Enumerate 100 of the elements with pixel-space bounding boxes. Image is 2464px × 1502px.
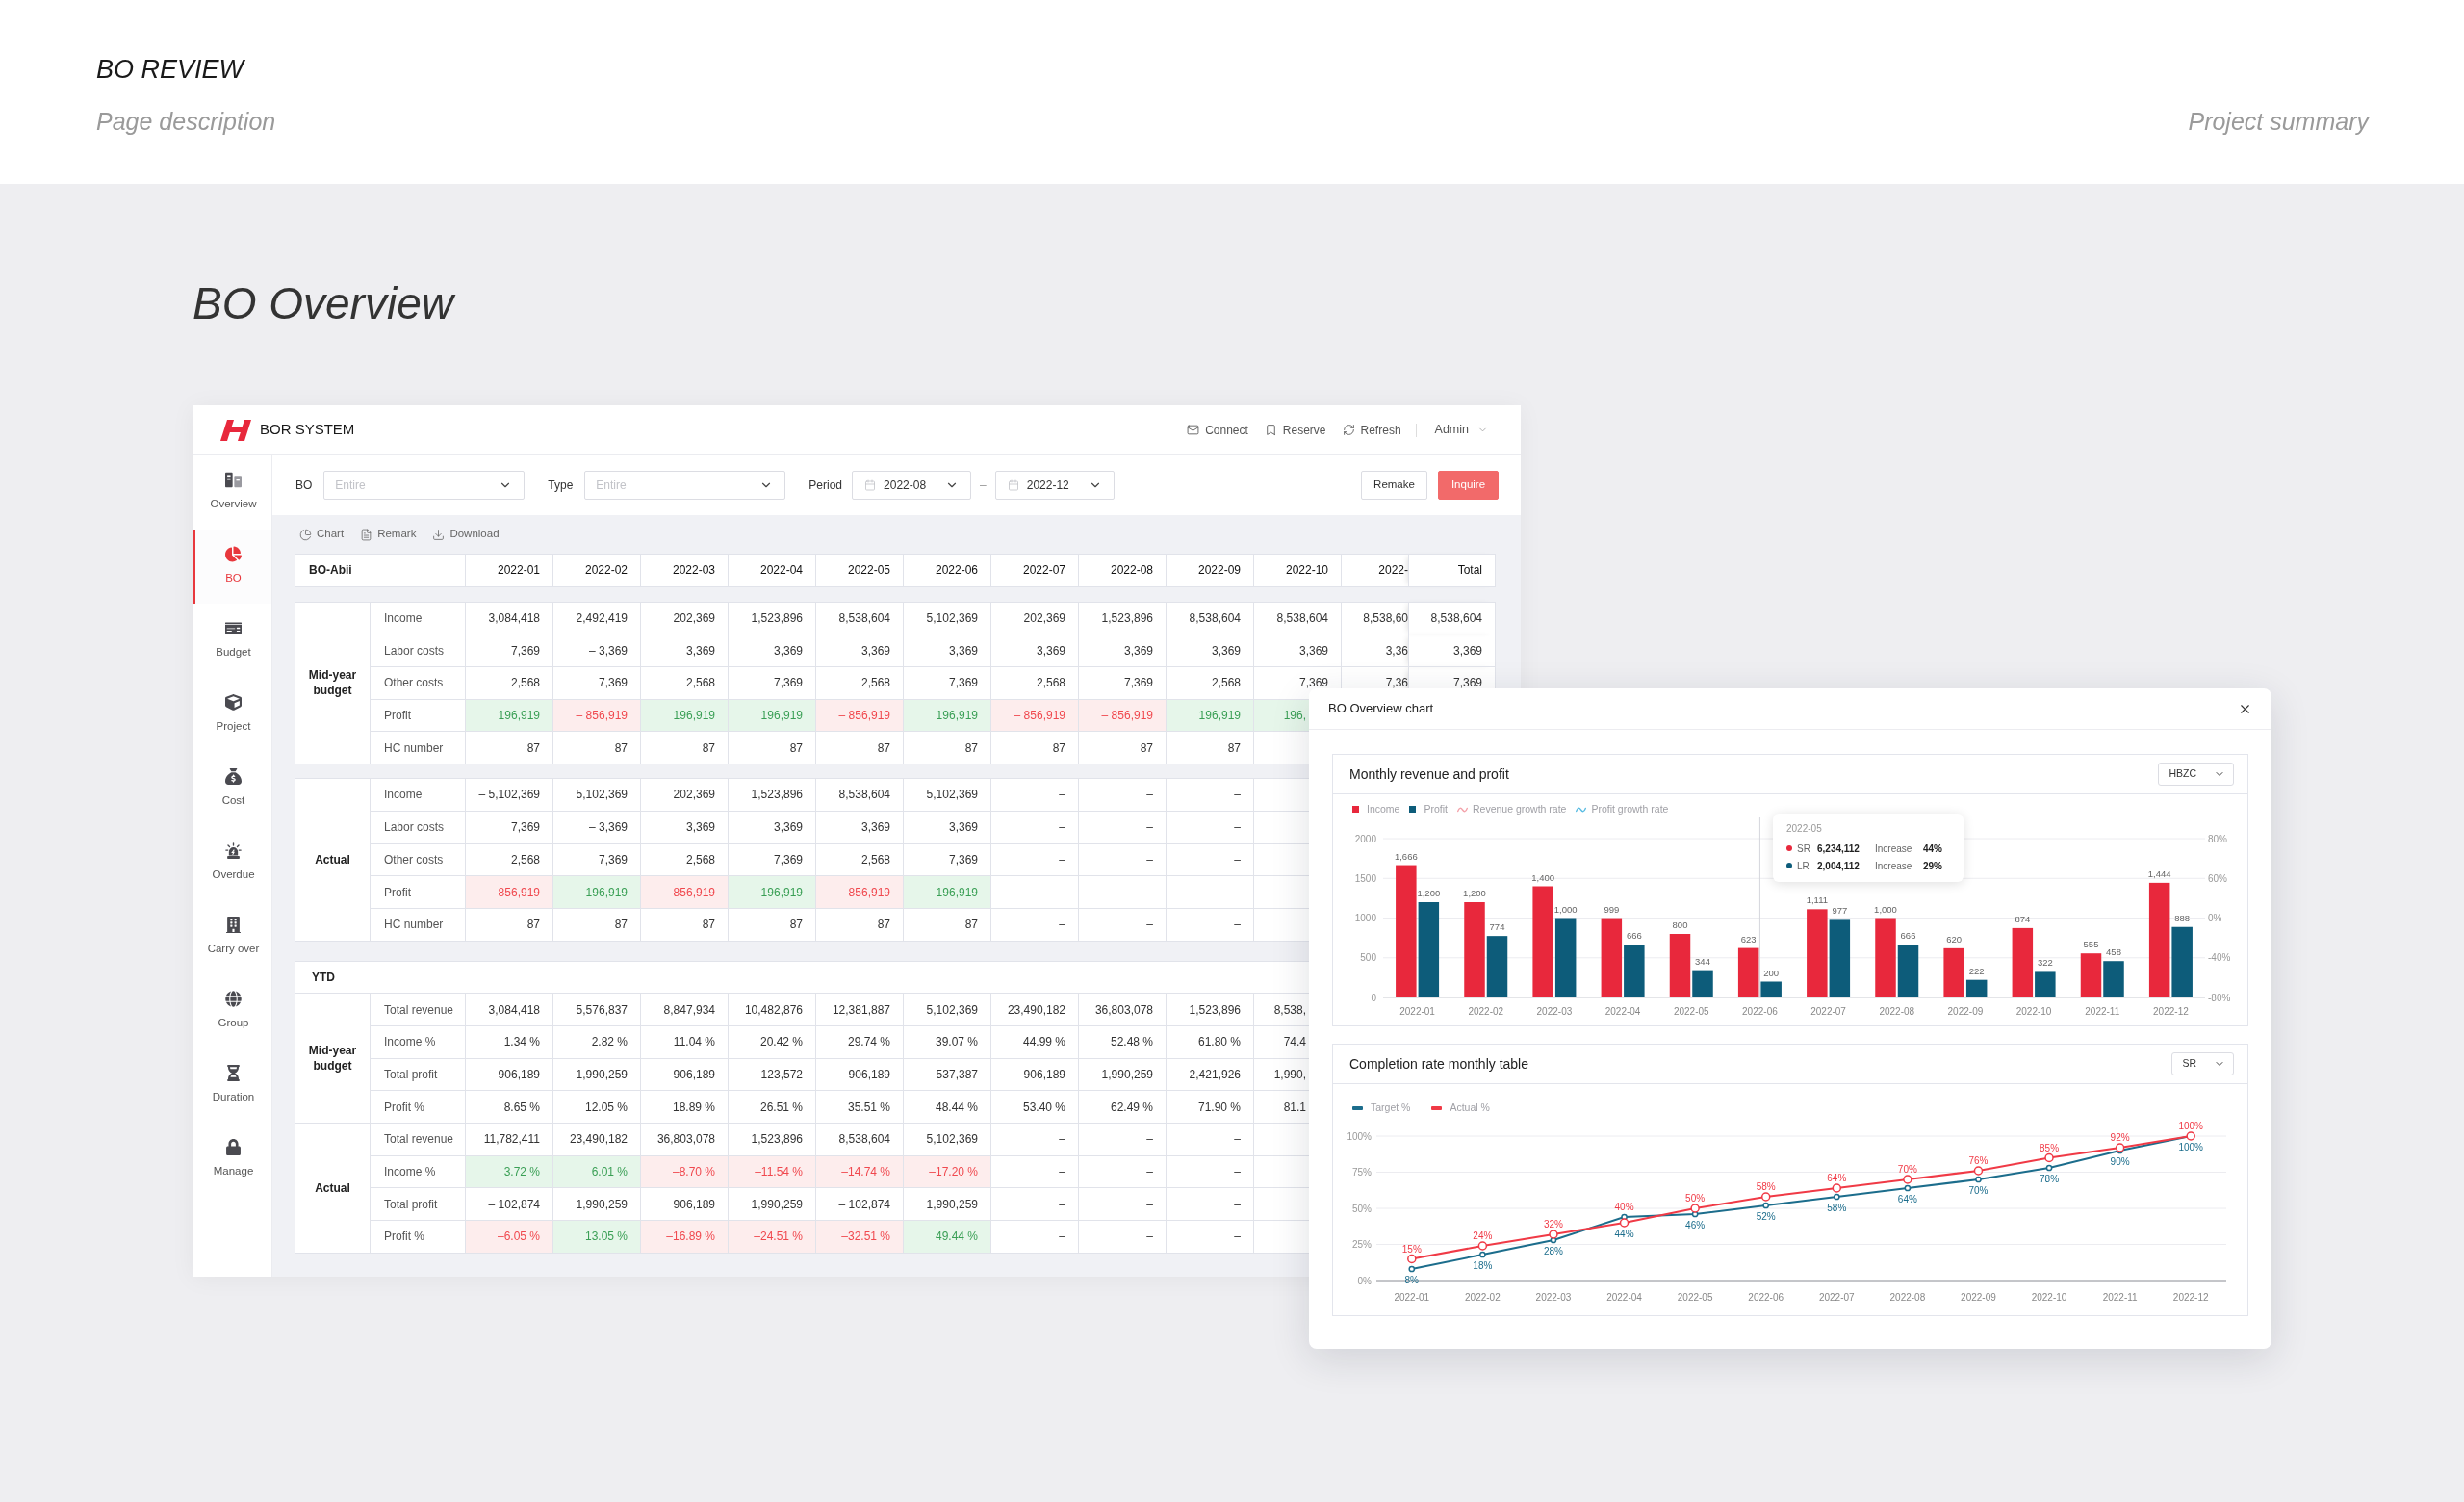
table-cell: 1,990,259 <box>552 1187 641 1221</box>
bar-value-label: 1,200 <box>1463 888 1486 898</box>
axis-label: 500 <box>1360 952 1376 964</box>
point-value-label: 70% <box>1968 1185 1989 1196</box>
axis-label: 2022-12 <box>2153 1006 2189 1017</box>
axis-label: 50% <box>1352 1203 1372 1214</box>
point-value-label: 92% <box>2110 1132 2130 1143</box>
table-cell: 3,369 <box>815 811 904 843</box>
axis-label: 2022-09 <box>1947 1006 1984 1017</box>
axis-label: 2022-02 <box>1465 1292 1501 1303</box>
table-cell: –17.20 % <box>903 1155 991 1188</box>
table-cell: 18.89 % <box>640 1090 729 1124</box>
bar-value-label: 344 <box>1695 955 1710 967</box>
legend-label: Income <box>1367 801 1400 816</box>
column-header: 2022-08 <box>1078 554 1167 587</box>
point-value-label: 46% <box>1685 1220 1706 1230</box>
tooltip-label: SR <box>1797 842 1811 856</box>
table-cell: 5,102,369 <box>903 993 991 1026</box>
table-cell: – <box>1166 1155 1254 1188</box>
table-cell: 87 <box>465 908 553 942</box>
table-cell: 87 <box>903 731 991 764</box>
table-cell: 906,189 <box>465 1058 553 1091</box>
field-label: BO <box>295 478 313 494</box>
table-cell: 906,189 <box>640 1187 729 1221</box>
point-value-label: 44% <box>1614 1229 1634 1239</box>
table-cell: – 102,874 <box>815 1187 904 1221</box>
table-cell: 3,369 <box>903 811 991 843</box>
axis-label: 25% <box>1352 1239 1372 1250</box>
table-cell: 1.34 % <box>465 1025 553 1059</box>
table-cell: 3,369 <box>728 634 816 667</box>
table-cell: 7,369 <box>552 666 641 700</box>
table-cell: 8,538,604 <box>815 778 904 812</box>
table-cell: – <box>1166 811 1254 843</box>
axis-label: 2022-04 <box>1604 1006 1641 1017</box>
point-value-label: 58% <box>1756 1181 1776 1192</box>
point-value-label: 18% <box>1473 1260 1493 1271</box>
bar-value-label: 1,000 <box>1874 903 1897 915</box>
table-cell: – <box>990 778 1079 812</box>
bar-value-label: 1,444 <box>2147 868 2171 879</box>
table-cell: –24.51 % <box>728 1220 816 1254</box>
table-cell: 23,490,182 <box>990 993 1079 1026</box>
tooltip-change: 29% <box>1923 859 1942 873</box>
axis-label: 2022-07 <box>1818 1292 1855 1303</box>
point-value-label: 64% <box>1897 1194 1917 1204</box>
table-cell: 5,102,369 <box>903 1123 991 1156</box>
table-cell: 3,369 <box>990 634 1079 667</box>
table-cell: 5,102,369 <box>552 778 641 812</box>
column-header: 2022-10 <box>1253 554 1342 587</box>
table-cell: – <box>1078 843 1167 876</box>
column-header: 2022-04 <box>728 554 816 587</box>
tooltip-change-label: Increase <box>1875 859 1913 873</box>
bar-value-label: 888 <box>2174 912 2191 923</box>
table-cell: 3,084,418 <box>465 602 553 634</box>
column-header: Total <box>1408 554 1496 587</box>
table-cell: 3.72 % <box>465 1155 553 1188</box>
table-cell: 61.80 % <box>1166 1025 1254 1059</box>
table-cell: 196,919 <box>1166 699 1254 732</box>
bar-value-label: 774 <box>1489 921 1505 933</box>
card-title: Monthly revenue and profit <box>1349 764 1509 784</box>
table-cell: 7,369 <box>903 843 991 876</box>
cell-value: 74.4 <box>1283 1035 1306 1049</box>
bar-value-label: 555 <box>2083 939 2099 950</box>
table-cell: 2,568 <box>640 666 729 700</box>
table-cell: 7,369 <box>465 634 553 667</box>
table-cell: – <box>1166 908 1254 942</box>
row-header: HC number <box>370 731 466 764</box>
row-header: Total profit <box>370 1058 466 1091</box>
dialog-title: BO Overview chart <box>1328 700 1434 718</box>
table-cell: 87 <box>640 908 729 942</box>
table-cell: 8,538,604 <box>1166 602 1254 634</box>
table-cell: 13.05 % <box>552 1220 641 1254</box>
row-header: Profit % <box>370 1090 466 1124</box>
field-label: Period <box>808 478 843 494</box>
table-cell: 3,084,418 <box>465 993 553 1026</box>
table-cell: – <box>990 908 1079 942</box>
group-header: Actual <box>295 1123 371 1254</box>
table-cell: 3,369 <box>640 634 729 667</box>
table-cell: 87 <box>990 731 1079 764</box>
table-cell: 5,102,369 <box>903 778 991 812</box>
table-cell: 12,381,887 <box>815 993 904 1026</box>
table-cell: 3,36 <box>1341 634 1409 667</box>
table-cell: 49.44 % <box>903 1220 991 1254</box>
axis-label: 2022-11 <box>2102 1292 2138 1303</box>
table-cell: 196,919 <box>728 699 816 732</box>
point-value-label: 76% <box>1968 1155 1989 1166</box>
table-cell: – <box>990 811 1079 843</box>
row-header: Profit % <box>370 1220 466 1254</box>
table-cell: 87 <box>728 908 816 942</box>
tooltip-label: LR <box>1797 859 1810 873</box>
table-cell: 2,568 <box>815 666 904 700</box>
point-value-label: 52% <box>1756 1211 1776 1222</box>
table-cell: 87 <box>815 731 904 764</box>
bar-value-label: 1,000 <box>1553 903 1578 915</box>
point-value-label: 50% <box>1685 1193 1706 1204</box>
axis-label: -80% <box>2208 992 2231 1003</box>
point-value-label: 32% <box>1543 1219 1563 1230</box>
point-value-label: 8% <box>1404 1275 1419 1285</box>
bar-value-label: 666 <box>1626 930 1642 942</box>
row-header: Total profit <box>370 1187 466 1221</box>
table-cell: – <box>990 1220 1079 1254</box>
